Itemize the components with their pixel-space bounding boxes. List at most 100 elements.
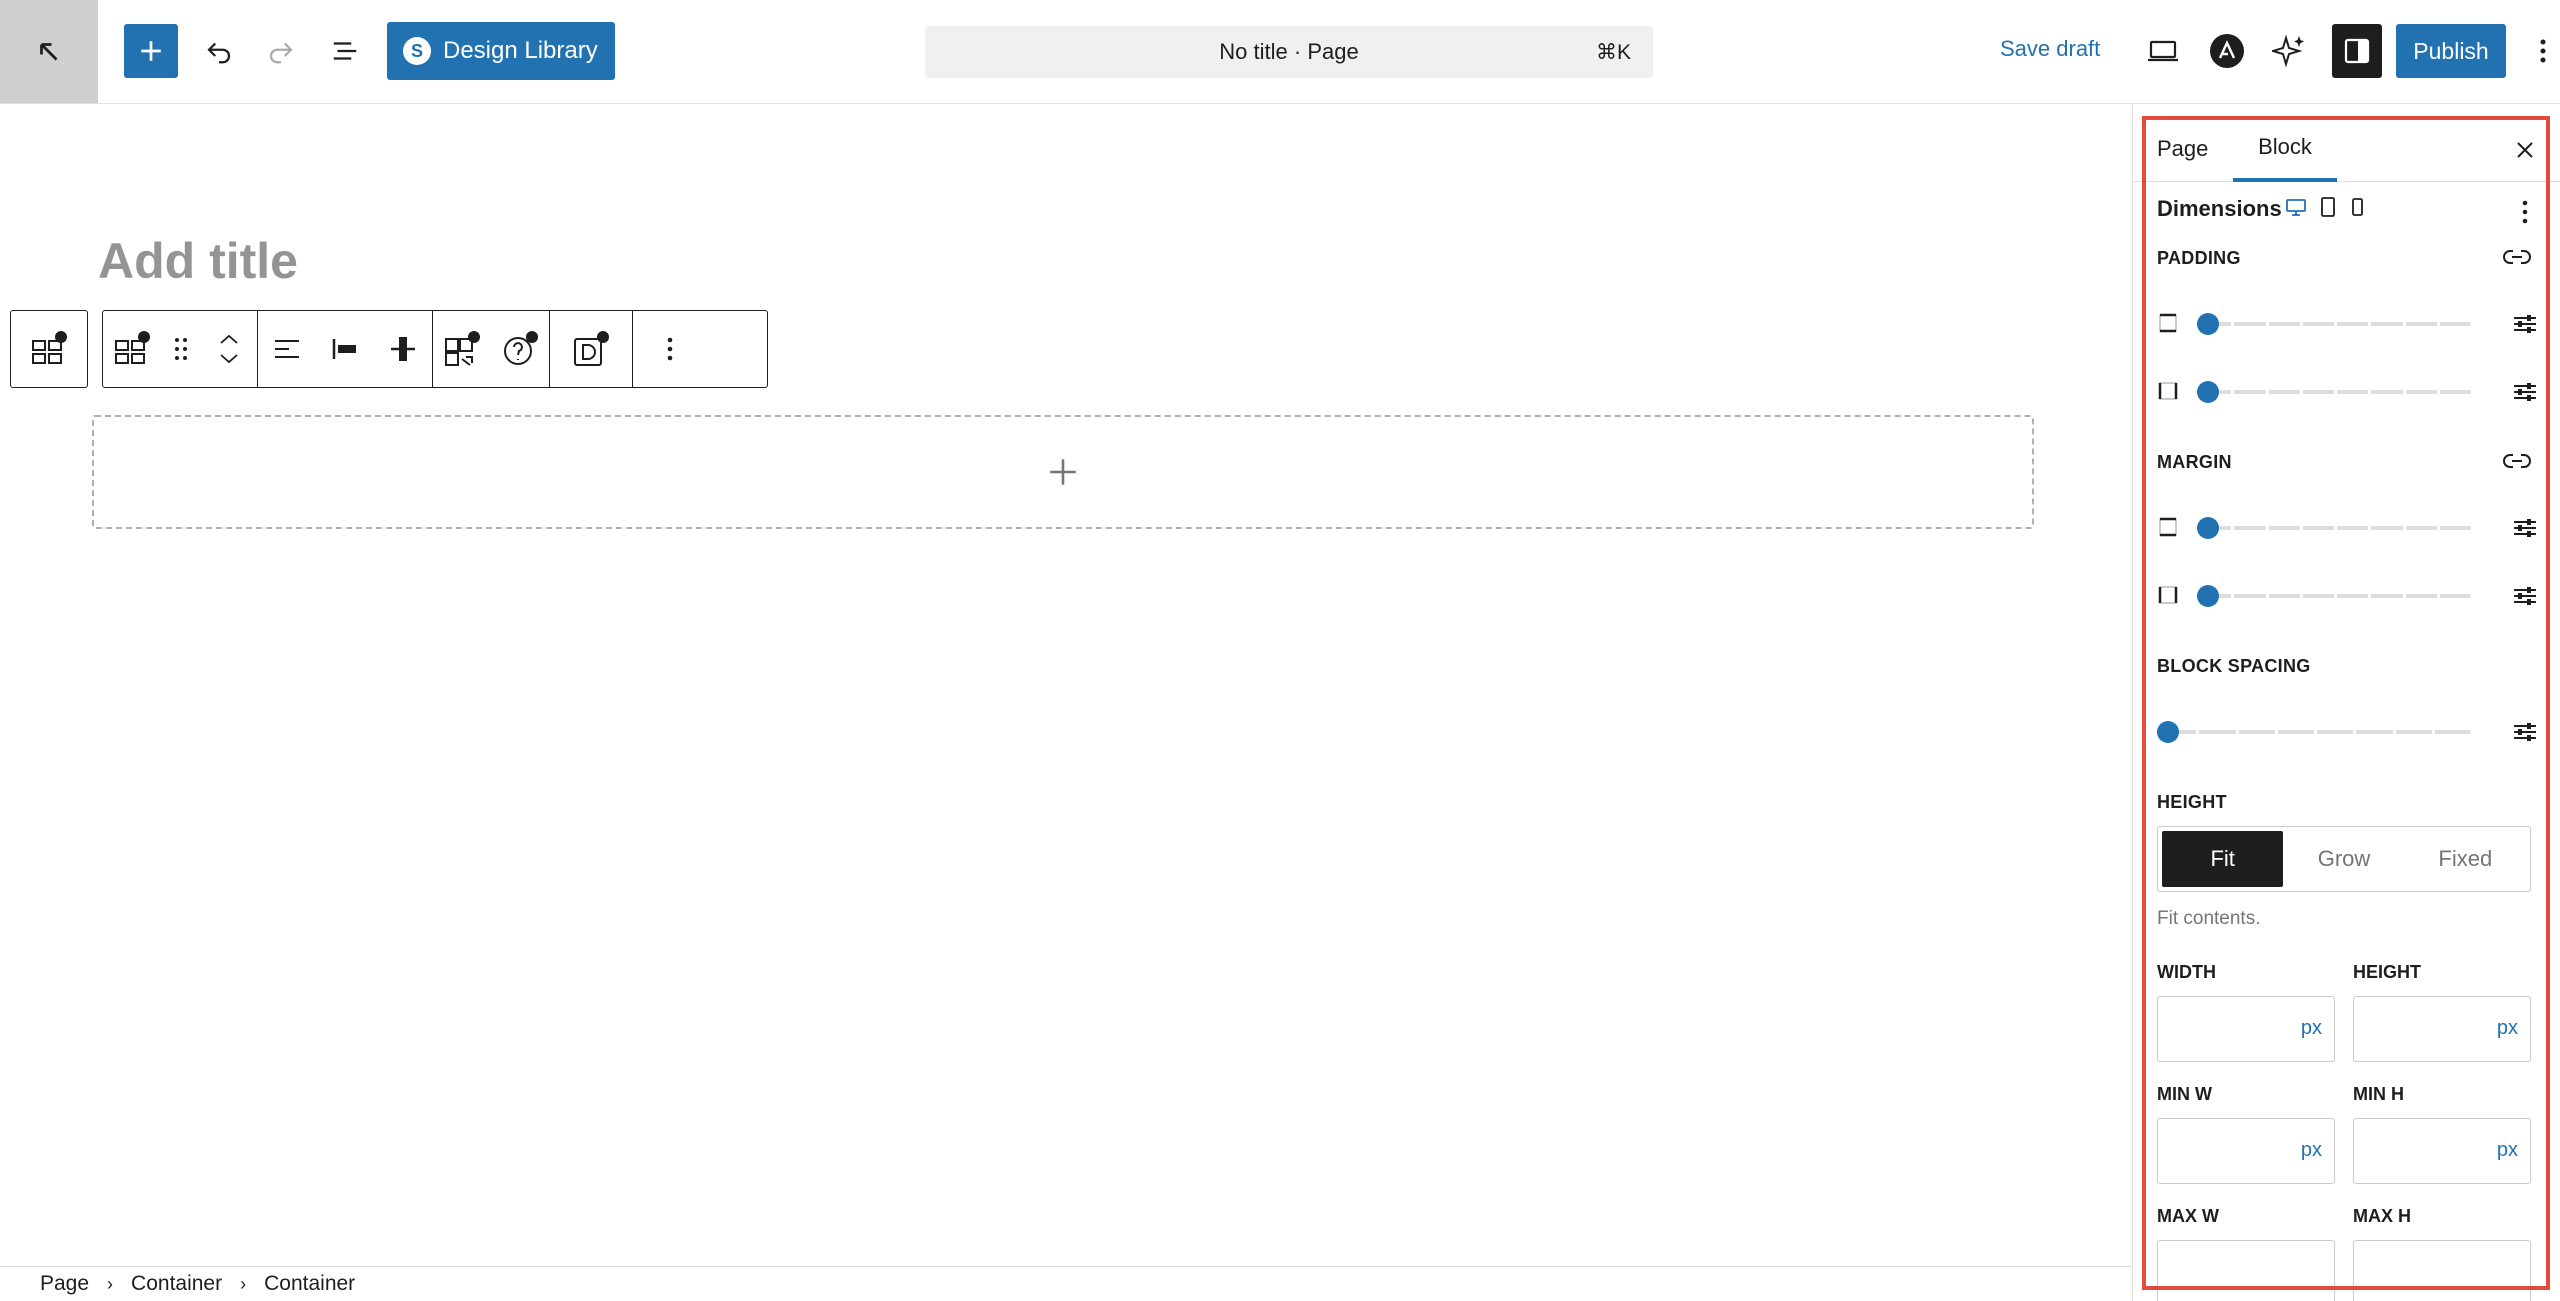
slider-tick [2266, 390, 2269, 394]
panel-options-button[interactable] [2505, 192, 2545, 232]
slider-tick [2368, 322, 2371, 326]
custom-value-button[interactable] [2505, 714, 2545, 750]
settings-sliders-icon [2514, 315, 2536, 333]
tablet-icon[interactable] [2319, 196, 2337, 218]
ai-assistant-button[interactable] [2264, 24, 2314, 78]
drag-handle[interactable] [161, 311, 201, 387]
slider-tick [2437, 322, 2440, 326]
padding-horizontal-slider[interactable] [2157, 372, 2545, 412]
slider-tick [2334, 594, 2337, 598]
min-height-unit-selector[interactable]: px [2497, 1139, 2518, 1162]
height-option-fit[interactable]: Fit [2162, 831, 2284, 887]
height-help-text: Fit contents. [2157, 908, 2261, 929]
mobile-icon[interactable] [2349, 196, 2365, 218]
toolbar-group-stackable [433, 311, 550, 387]
align-button[interactable] [258, 311, 316, 387]
slider-tick [2231, 390, 2234, 394]
document-title: No title · Page [1219, 39, 1359, 64]
options-menu-button[interactable] [2528, 24, 2558, 78]
slider-tick [2393, 730, 2396, 734]
toolbar-group-options [633, 311, 707, 387]
vertical-align-button[interactable] [374, 311, 432, 387]
container-block-icon [115, 331, 150, 364]
padding-link-toggle[interactable] [2497, 240, 2537, 274]
tab-block[interactable]: Block [2233, 116, 2337, 182]
width-unit-selector[interactable]: px [2301, 1017, 2322, 1040]
ai-sparkle-icon [2272, 34, 2304, 68]
wordpress-back-button[interactable] [0, 0, 98, 103]
margin-vertical-slider[interactable] [2157, 508, 2545, 548]
block-inserter-button[interactable] [124, 24, 178, 78]
stackable-logo-icon: S [403, 37, 431, 65]
min-width-unit-selector[interactable]: px [2301, 1139, 2322, 1162]
chevron-down-icon[interactable] [218, 353, 240, 365]
plus-icon [141, 41, 161, 61]
min-height-input[interactable] [2354, 1119, 2474, 1183]
height-input[interactable] [2354, 997, 2474, 1061]
more-vertical-icon [2522, 200, 2528, 224]
breadcrumb-item-container-current: Container [264, 1272, 356, 1295]
margin-link-toggle[interactable] [2497, 444, 2537, 478]
breadcrumb-item-page[interactable]: Page [36, 1272, 93, 1296]
post-title-placeholder[interactable]: Add title [98, 232, 298, 290]
slider-thumb[interactable] [2197, 517, 2219, 539]
slider-tick [2437, 594, 2440, 598]
publish-button[interactable]: Publish [2396, 24, 2506, 78]
max-width-field[interactable] [2157, 1240, 2335, 1301]
height-mode-toggle: Fit Grow Fixed [2157, 826, 2531, 892]
height-option-grow[interactable]: Grow [2283, 831, 2404, 887]
min-width-input[interactable] [2158, 1119, 2278, 1183]
slider-tick [2231, 322, 2234, 326]
height-unit-selector[interactable]: px [2497, 1017, 2518, 1040]
padding-vertical-slider[interactable] [2157, 304, 2545, 344]
block-appender[interactable] [92, 415, 2034, 529]
slider-tick [2231, 526, 2234, 530]
close-sidebar-button[interactable] [2505, 130, 2545, 170]
list-view-icon [333, 42, 357, 60]
padding-horizontal-icon [2158, 382, 2178, 400]
min-width-label: MIN W [2157, 1084, 2212, 1104]
document-overview-button[interactable] [318, 24, 372, 78]
layout-switcher-button[interactable] [433, 311, 491, 387]
settings-sidebar: Page Block Dimensions PADDING MARGIN BLO… [2132, 104, 2560, 1301]
settings-sliders-icon [2514, 723, 2536, 741]
tab-page[interactable]: Page [2157, 116, 2208, 182]
max-height-field[interactable] [2353, 1240, 2531, 1301]
dynamic-content-button[interactable] [491, 311, 549, 387]
desktop-icon[interactable] [2285, 196, 2307, 218]
margin-horizontal-slider[interactable] [2157, 576, 2545, 616]
breadcrumb-item-container[interactable]: Container [127, 1272, 226, 1296]
slider-thumb[interactable] [2197, 381, 2219, 403]
command-palette-bar[interactable]: No title · Page ⌘K [925, 26, 1653, 78]
height-option-fixed[interactable]: Fixed [2405, 831, 2526, 887]
width-input[interactable] [2158, 997, 2278, 1061]
custom-value-button[interactable] [2505, 510, 2545, 546]
design-system-button[interactable] [550, 311, 632, 387]
settings-sidebar-toggle[interactable] [2332, 24, 2382, 78]
select-parent-block-button[interactable] [10, 310, 88, 388]
astra-settings-button[interactable] [2202, 24, 2252, 78]
slider-thumb[interactable] [2197, 585, 2219, 607]
preview-button[interactable] [2138, 24, 2188, 78]
custom-value-button[interactable] [2505, 306, 2545, 342]
custom-value-button[interactable] [2505, 374, 2545, 410]
slider-thumb[interactable] [2197, 313, 2219, 335]
redo-button[interactable] [254, 24, 308, 78]
move-buttons[interactable] [201, 311, 257, 387]
toolbar-group-design [550, 311, 633, 387]
design-library-button[interactable]: S Design Library [387, 22, 615, 80]
block-options-button[interactable] [633, 311, 707, 387]
custom-value-button[interactable] [2505, 578, 2545, 614]
save-draft-button[interactable]: Save draft [2000, 36, 2100, 62]
justify-button[interactable] [316, 311, 374, 387]
height-label: HEIGHT [2353, 962, 2422, 982]
more-vertical-icon [667, 337, 673, 361]
container-block-icon [32, 331, 67, 364]
slider-tick [2236, 730, 2239, 734]
block-spacing-slider[interactable] [2157, 712, 2545, 752]
slider-thumb[interactable] [2157, 721, 2179, 743]
chevron-up-icon[interactable] [218, 333, 240, 345]
undo-button[interactable] [192, 24, 246, 78]
slider-tick [2266, 594, 2269, 598]
block-type-button[interactable] [103, 311, 161, 387]
